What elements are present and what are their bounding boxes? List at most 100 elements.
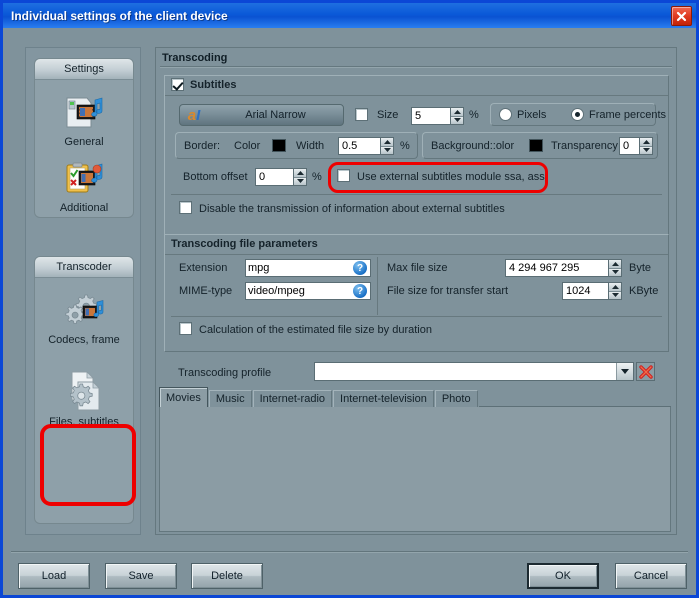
- frame-percents-radio[interactable]: [571, 108, 584, 121]
- file-parameters-title-divider: [165, 254, 668, 255]
- pixels-radio[interactable]: [499, 108, 512, 121]
- transfer-start-label: File size for transfer start: [387, 285, 509, 297]
- subtitles-group: Subtitles aI Arial Narrow Size 5 % Pixel…: [164, 75, 669, 242]
- background-group: Background::olor Transparency 0: [422, 132, 658, 159]
- tab-photo[interactable]: Photo: [434, 390, 478, 407]
- cancel-button[interactable]: Cancel: [615, 563, 687, 589]
- max-file-size-spinner[interactable]: 4 294 967 295: [505, 259, 622, 277]
- background-color-swatch[interactable]: [529, 139, 543, 152]
- ok-button[interactable]: OK: [527, 563, 599, 589]
- border-width-spinner-buttons[interactable]: [380, 137, 394, 155]
- extension-help-icon[interactable]: ?: [353, 261, 367, 275]
- font-name-label: Arial Narrow: [245, 109, 306, 121]
- close-button[interactable]: [671, 6, 692, 26]
- close-icon: [676, 11, 687, 21]
- background-color-label: Background::olor: [431, 140, 515, 152]
- delete-button[interactable]: Delete: [191, 563, 263, 589]
- size-spinner-up[interactable]: [451, 108, 463, 117]
- transfer-start-value[interactable]: 1024: [562, 282, 608, 300]
- extension-help-glyph: ?: [356, 262, 364, 274]
- bottom-offset-spinner-up[interactable]: [294, 169, 306, 178]
- border-label: Border:: [184, 140, 221, 152]
- border-color-label: Color: [234, 140, 261, 152]
- main-panel: Transcoding Subtitles aI Arial Narrow Si…: [155, 47, 677, 535]
- bottom-offset-value[interactable]: 0: [255, 168, 293, 186]
- tab-internet-radio[interactable]: Internet-radio: [252, 390, 333, 407]
- bottom-offset-spinner-down[interactable]: [294, 177, 306, 185]
- save-button-label: Save: [128, 570, 154, 582]
- max-file-size-label: Max file size: [387, 262, 448, 274]
- sidebar-item-general[interactable]: General: [35, 86, 133, 148]
- transparency-spinner-up[interactable]: [640, 138, 652, 147]
- transfer-start-spinner[interactable]: 1024: [562, 282, 622, 300]
- sidebar-item-codecs-frame[interactable]: Codecs, frame: [35, 284, 133, 346]
- file-parameters-group: Transcoding file parameters Extension mp…: [164, 234, 669, 352]
- subtitles-group-title-row: Subtitles: [165, 75, 668, 94]
- calc-estimate-label: Calculation of the estimated file size b…: [199, 324, 432, 336]
- size-spinner-buttons[interactable]: [450, 107, 464, 125]
- size-label: Size: [377, 109, 399, 121]
- font-icon: aI: [187, 106, 201, 124]
- transcoding-profile-value[interactable]: [315, 363, 616, 380]
- file-parameters-vertical-divider: [377, 257, 378, 315]
- size-spinner[interactable]: 5: [411, 107, 464, 125]
- border-color-swatch[interactable]: [272, 139, 286, 152]
- bottom-offset-spinner-buttons[interactable]: [293, 168, 307, 186]
- cancel-button-label: Cancel: [633, 570, 669, 582]
- tab-strip: Movies Music Internet-radio Internet-tel…: [159, 387, 671, 408]
- footer-divider: [11, 551, 688, 553]
- delete-profile-button[interactable]: [636, 362, 655, 381]
- bottom-offset-spinner[interactable]: 0: [255, 168, 307, 186]
- max-file-size-value[interactable]: 4 294 967 295: [505, 259, 608, 277]
- sidebar-group-settings: Settings General Additional: [34, 58, 134, 218]
- sidebar-item-files-subtitles[interactable]: Files, subtitles: [35, 360, 133, 428]
- max-file-size-spinner-up[interactable]: [609, 260, 621, 269]
- transparency-spinner-buttons[interactable]: [639, 137, 653, 155]
- transparency-label: Transparency: [551, 140, 618, 152]
- tab-internet-television[interactable]: Internet-television: [333, 390, 434, 407]
- bottom-offset-label: Bottom offset: [183, 171, 248, 183]
- transparency-spinner[interactable]: 0: [619, 137, 653, 155]
- main-title-divider: [160, 66, 672, 68]
- calc-estimate-checkbox[interactable]: [179, 322, 192, 335]
- tab-movies[interactable]: Movies: [159, 387, 208, 407]
- max-file-size-spinner-down[interactable]: [609, 268, 621, 276]
- subtitles-group-title: Subtitles: [190, 78, 237, 91]
- border-width-value[interactable]: 0.5: [338, 137, 380, 155]
- sidebar-item-additional[interactable]: Additional: [35, 152, 133, 214]
- ok-button-label: OK: [555, 570, 571, 582]
- dialog-window: Individual settings of the client device…: [0, 0, 699, 598]
- transfer-start-spinner-buttons[interactable]: [608, 282, 622, 300]
- sidebar-item-additional-label: Additional: [59, 202, 109, 214]
- border-group: Border: Color Width 0.5 %: [175, 132, 418, 159]
- transparency-spinner-down[interactable]: [640, 146, 652, 154]
- border-width-label: Width: [296, 140, 325, 152]
- mime-type-help-icon[interactable]: ?: [353, 284, 367, 298]
- font-select-button[interactable]: aI Arial Narrow: [179, 104, 344, 126]
- save-button[interactable]: Save: [105, 563, 177, 589]
- size-spinner-down[interactable]: [451, 116, 463, 124]
- mime-type-help-glyph: ?: [356, 285, 364, 297]
- external-subtitles-module-label: Use external subtitles module ssa, ass: [357, 171, 545, 183]
- max-file-size-spinner-buttons[interactable]: [608, 259, 622, 277]
- transfer-start-spinner-up[interactable]: [609, 283, 621, 292]
- transparency-value[interactable]: 0: [619, 137, 639, 155]
- load-button[interactable]: Load: [18, 563, 90, 589]
- sidebar-group-settings-header: Settings: [35, 59, 133, 80]
- border-width-spinner-up[interactable]: [381, 138, 393, 147]
- subtitles-enabled-checkbox[interactable]: [171, 78, 184, 91]
- mime-type-label: MIME-type: [179, 285, 233, 297]
- transcoding-profile-combo[interactable]: [314, 362, 634, 381]
- chevron-down-icon[interactable]: [616, 363, 633, 380]
- size-value[interactable]: 5: [411, 107, 450, 125]
- border-width-spinner-down[interactable]: [381, 146, 393, 154]
- size-unit-label: %: [469, 109, 479, 121]
- border-width-spinner[interactable]: 0.5: [338, 137, 394, 155]
- transfer-start-spinner-down[interactable]: [609, 291, 621, 299]
- subtitles-title-divider: [165, 95, 668, 96]
- external-subtitles-module-checkbox[interactable]: [337, 169, 350, 182]
- tab-music[interactable]: Music: [208, 390, 252, 407]
- disable-transmission-checkbox[interactable]: [179, 201, 192, 214]
- size-checkbox[interactable]: [355, 108, 368, 121]
- tab-internet-radio-label: Internet-radio: [259, 393, 326, 405]
